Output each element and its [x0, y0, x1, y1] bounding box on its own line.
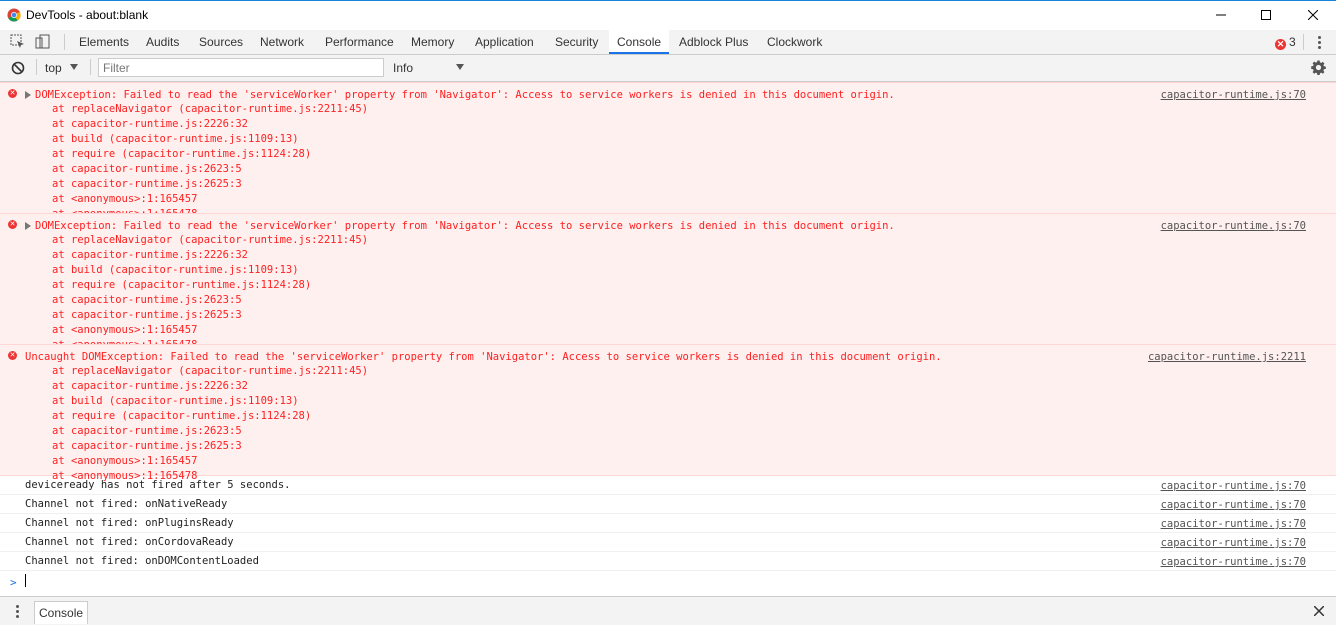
log-level-selector[interactable]: Info: [393, 61, 413, 75]
console-messages: ✕ DOMException: Failed to read the 'serv…: [0, 82, 1336, 596]
close-window-button[interactable]: [1290, 1, 1336, 30]
error-text: Uncaught DOMException: Failed to read th…: [25, 351, 942, 363]
source-link[interactable]: capacitor-runtime.js:70: [1161, 498, 1306, 512]
error-icon: ✕: [8, 89, 17, 98]
console-toolbar: top Info: [0, 55, 1336, 82]
stack-frame: at capacitor-runtime.js:2625:3: [52, 178, 242, 190]
log-text: deviceready has not fired after 5 second…: [25, 479, 291, 491]
stack-frame: at require (capacitor-runtime.js:1124:28…: [52, 410, 312, 422]
source-link[interactable]: capacitor-runtime.js:70: [1161, 88, 1306, 102]
tab-performance[interactable]: Performance: [324, 30, 395, 54]
more-options-icon[interactable]: [1317, 34, 1321, 50]
stack-frame: at replaceNavigator (capacitor-runtime.j…: [52, 234, 369, 246]
drawer-tab-console[interactable]: Console: [34, 601, 89, 624]
drawer-bar: Console: [0, 596, 1336, 625]
minimize-icon: [1216, 14, 1226, 16]
expand-triangle-icon[interactable]: [25, 91, 31, 99]
stack-frame: at replaceNavigator (capacitor-runtime.j…: [52, 365, 369, 377]
source-link[interactable]: capacitor-runtime.js:70: [1161, 536, 1306, 550]
close-icon: [1307, 9, 1319, 21]
tab-memory[interactable]: Memory: [410, 30, 455, 54]
tab-sources[interactable]: Sources: [198, 30, 244, 54]
source-link[interactable]: capacitor-runtime.js:70: [1161, 479, 1306, 493]
inspect-element-icon[interactable]: [10, 34, 26, 50]
stack-frame: at capacitor-runtime.js:2623:5: [52, 294, 242, 306]
stack-frame: at <anonymous>:1:165457: [52, 193, 198, 205]
log-message: deviceready has not fired after 5 second…: [0, 476, 1336, 495]
error-text: DOMException: Failed to read the 'servic…: [35, 89, 895, 101]
error-message: ✕ DOMException: Failed to read the 'serv…: [0, 213, 1336, 351]
stack-frame: at build (capacitor-runtime.js:1109:13): [52, 264, 299, 276]
title-bar: DevTools - about:blank: [0, 0, 1336, 30]
stack-frame: at replaceNavigator (capacitor-runtime.j…: [52, 103, 369, 115]
toolbar-divider: [64, 34, 65, 50]
error-count-badge[interactable]: ✕ 3: [1275, 35, 1296, 50]
settings-gear-icon[interactable]: [1311, 60, 1326, 75]
tab-application[interactable]: Application: [474, 30, 535, 54]
devtools-tab-bar: Elements Audits Sources Network Performa…: [0, 30, 1336, 55]
stack-frame: at require (capacitor-runtime.js:1124:28…: [52, 148, 312, 160]
source-link[interactable]: capacitor-runtime.js:70: [1161, 517, 1306, 531]
chevron-down-icon: [456, 64, 464, 70]
drawer-menu-icon[interactable]: [15, 603, 19, 619]
stack-frame: at capacitor-runtime.js:2625:3: [52, 309, 242, 321]
stack-frame: at capacitor-runtime.js:2623:5: [52, 163, 242, 175]
error-icon: ✕: [1275, 39, 1286, 50]
log-text: Channel not fired: onPluginsReady: [25, 517, 234, 529]
tab-clockwork[interactable]: Clockwork: [766, 30, 823, 54]
toolbar-divider: [36, 59, 37, 75]
source-link[interactable]: capacitor-runtime.js:70: [1161, 219, 1306, 233]
log-text: Channel not fired: onNativeReady: [25, 498, 228, 510]
stack-frame: at capacitor-runtime.js:2623:5: [52, 425, 242, 437]
minimize-button[interactable]: [1198, 1, 1244, 30]
error-message: ✕ DOMException: Failed to read the 'serv…: [0, 82, 1336, 220]
stack-frame: at capacitor-runtime.js:2226:32: [52, 380, 248, 392]
stack-frame: at capacitor-runtime.js:2625:3: [52, 440, 242, 452]
console-prompt[interactable]: >: [0, 571, 1336, 590]
window-title: DevTools - about:blank: [26, 8, 149, 22]
log-message: Channel not fired: onPluginsReady capaci…: [0, 514, 1336, 533]
source-link[interactable]: capacitor-runtime.js:70: [1161, 555, 1306, 569]
maximize-icon: [1261, 10, 1271, 20]
stack-frame: at capacitor-runtime.js:2226:32: [52, 249, 248, 261]
error-icon: ✕: [8, 351, 17, 360]
tab-console[interactable]: Console: [609, 30, 670, 54]
tab-adblock-plus[interactable]: Adblock Plus: [678, 30, 749, 54]
prompt-chevron-icon: >: [10, 576, 17, 589]
chrome-logo-icon: [7, 8, 21, 22]
stack-frame: at build (capacitor-runtime.js:1109:13): [52, 395, 299, 407]
filter-input[interactable]: [98, 58, 384, 77]
maximize-button[interactable]: [1243, 1, 1289, 30]
chevron-down-icon: [70, 64, 78, 70]
context-selector[interactable]: top: [45, 61, 62, 75]
uncaught-error-message: ✕ Uncaught DOMException: Failed to read …: [0, 344, 1336, 482]
tab-security[interactable]: Security: [554, 30, 599, 54]
log-message: Channel not fired: onNativeReady capacit…: [0, 495, 1336, 514]
toolbar-divider: [90, 59, 91, 75]
device-toolbar-icon[interactable]: [35, 34, 51, 50]
log-text: Channel not fired: onDOMContentLoaded: [25, 555, 259, 567]
tab-audits[interactable]: Audits: [145, 30, 180, 54]
tab-network[interactable]: Network: [259, 30, 305, 54]
error-text: DOMException: Failed to read the 'servic…: [35, 220, 895, 232]
stack-frame: at build (capacitor-runtime.js:1109:13): [52, 133, 299, 145]
log-message: Channel not fired: onDOMContentLoaded ca…: [0, 552, 1336, 571]
stack-frame: at <anonymous>:1:165457: [52, 455, 198, 467]
close-drawer-icon[interactable]: [1314, 606, 1324, 616]
stack-frame: at require (capacitor-runtime.js:1124:28…: [52, 279, 312, 291]
text-cursor: [25, 574, 26, 587]
log-text: Channel not fired: onCordovaReady: [25, 536, 234, 548]
source-link[interactable]: capacitor-runtime.js:2211: [1148, 350, 1306, 364]
error-icon: ✕: [8, 220, 17, 229]
stack-frame: at capacitor-runtime.js:2226:32: [52, 118, 248, 130]
log-message: Channel not fired: onCordovaReady capaci…: [0, 533, 1336, 552]
tab-elements[interactable]: Elements: [78, 30, 130, 54]
toolbar-divider: [1303, 34, 1304, 50]
error-count: 3: [1289, 35, 1296, 49]
clear-console-icon[interactable]: [11, 61, 25, 75]
stack-frame: at <anonymous>:1:165457: [52, 324, 198, 336]
expand-triangle-icon[interactable]: [25, 222, 31, 230]
